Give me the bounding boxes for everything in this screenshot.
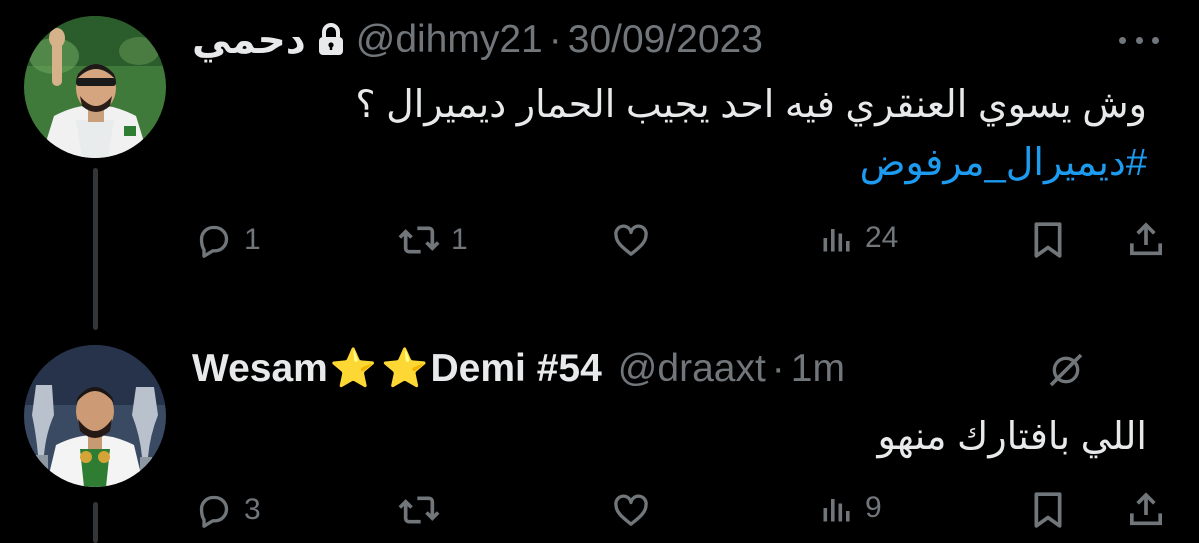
share-button[interactable] xyxy=(1126,220,1166,260)
tweet-header: دحمي @dihmy21 · 30/09/2023 xyxy=(192,17,763,63)
more-icon[interactable] xyxy=(1119,30,1159,50)
separator-dot: · xyxy=(771,347,785,390)
tweet-timestamp[interactable]: 30/09/2023 xyxy=(568,18,763,62)
reply-count: 1 xyxy=(244,223,261,256)
lock-icon xyxy=(316,23,346,57)
reply-count: 3 xyxy=(244,493,261,526)
separator-dot: · xyxy=(548,18,562,61)
retweet-icon xyxy=(397,220,441,260)
hashtag-link[interactable]: #ديميرال_مرفوض xyxy=(860,142,1147,184)
avatar[interactable] xyxy=(24,345,166,487)
view-count: 24 xyxy=(865,221,899,254)
share-icon xyxy=(1126,220,1166,260)
reply-button[interactable]: 3 xyxy=(194,490,261,530)
author-handle[interactable]: @dihmy21 xyxy=(356,18,543,62)
views-icon xyxy=(819,490,855,526)
author-name-part2[interactable]: Demi #54 xyxy=(431,347,602,391)
tweet-actions: 3 9 xyxy=(192,490,1172,540)
grok-icon[interactable] xyxy=(1046,350,1086,390)
reply-button[interactable]: 1 xyxy=(194,220,261,260)
tweet-header: Wesam ⭐ ⭐ Demi #54 @draaxt · 1m xyxy=(192,346,845,392)
view-count: 9 xyxy=(865,491,882,524)
bookmark-icon xyxy=(1030,490,1066,530)
share-icon xyxy=(1126,490,1166,530)
like-icon xyxy=(610,490,652,530)
tweet-body: اللي بافتارك منهو xyxy=(877,416,1147,458)
star-emoji: ⭐ xyxy=(381,348,429,390)
bookmark-button[interactable] xyxy=(1030,220,1066,260)
bookmark-button[interactable] xyxy=(1030,490,1066,530)
retweet-icon xyxy=(397,490,441,530)
bookmark-icon xyxy=(1030,220,1066,260)
reply-icon xyxy=(194,220,234,260)
views-icon xyxy=(819,220,855,256)
avatar[interactable] xyxy=(24,16,166,158)
tweet-body: وش يسوي العنقري فيه احد يجيب الحمار ديمي… xyxy=(355,84,1147,126)
like-button[interactable] xyxy=(610,220,652,260)
like-icon xyxy=(610,220,652,260)
views-button[interactable]: 24 xyxy=(819,220,898,256)
like-button[interactable] xyxy=(610,490,652,530)
author-name[interactable]: دحمي xyxy=(192,18,306,63)
retweet-button[interactable]: 1 xyxy=(397,220,468,260)
star-emoji: ⭐ xyxy=(329,348,378,390)
share-button[interactable] xyxy=(1126,490,1166,530)
reply-icon xyxy=(194,490,234,530)
tweet-text: وش يسوي العنقري فيه احد يجيب الحمار ديمي… xyxy=(355,76,1147,192)
tweet-actions: 1 1 24 xyxy=(192,220,1172,270)
retweet-count: 1 xyxy=(451,223,468,256)
author-name-part1[interactable]: Wesam xyxy=(192,347,328,391)
views-button[interactable]: 9 xyxy=(819,490,882,526)
author-handle[interactable]: @draaxt xyxy=(618,347,766,391)
thread-line xyxy=(93,168,98,330)
retweet-button[interactable] xyxy=(397,490,441,530)
tweet-timestamp[interactable]: 1m xyxy=(791,347,845,391)
tweet-text: اللي بافتارك منهو xyxy=(877,408,1147,466)
thread-line xyxy=(93,502,98,543)
